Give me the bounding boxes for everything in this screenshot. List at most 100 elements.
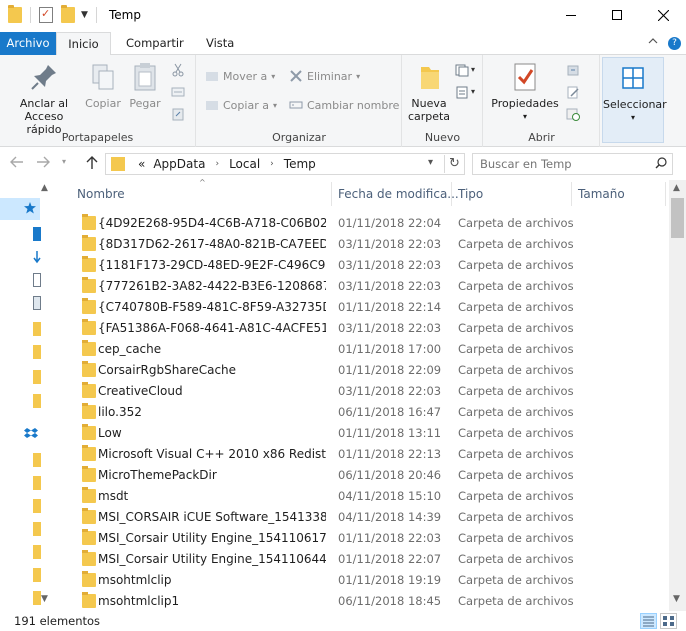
chevron-down-icon[interactable]: ▼ <box>41 594 48 604</box>
table-row[interactable]: MSI_Corsair Utility Engine_1541106171420… <box>57 528 669 549</box>
close-button[interactable] <box>640 0 686 30</box>
copy-button[interactable]: Copiar <box>84 61 122 110</box>
chevron-right-icon[interactable]: › <box>264 157 280 171</box>
large-icons-view-button[interactable] <box>660 613 677 629</box>
back-button[interactable] <box>10 156 24 172</box>
pictures-icon[interactable] <box>33 296 41 310</box>
rename-button[interactable]: Cambiar nombre <box>289 98 399 112</box>
download-icon[interactable] <box>33 250 41 264</box>
properties-icon[interactable] <box>39 7 53 23</box>
recent-locations-icon[interactable]: ▾ <box>62 157 66 166</box>
copy-path-icon[interactable] <box>171 85 185 99</box>
dropbox-icon[interactable] <box>24 427 38 439</box>
folder-icon[interactable] <box>33 370 41 384</box>
column-divider[interactable] <box>331 182 332 206</box>
documents-icon[interactable] <box>33 273 41 287</box>
column-divider[interactable] <box>571 182 572 206</box>
folder-synced-icon[interactable] <box>33 545 41 559</box>
history-icon[interactable] <box>566 107 580 121</box>
search-icon[interactable] <box>655 157 667 169</box>
table-row[interactable]: lilo.352 06/11/2018 16:47 Carpeta de archi… <box>57 402 669 423</box>
chevron-right-icon[interactable]: › <box>209 157 225 171</box>
pin-quick-access-button[interactable]: Anclar al Acceso rápido <box>6 61 82 136</box>
folder-synced-icon[interactable] <box>33 476 41 490</box>
table-row[interactable]: {1181F173-29CD-48ED-9E2F-C496C923C... 03/… <box>57 255 669 276</box>
folder-synced-icon[interactable] <box>33 522 41 536</box>
breadcrumb-temp[interactable]: Temp <box>280 157 320 171</box>
paste-shortcut-icon[interactable] <box>171 107 185 121</box>
desktop-icon[interactable] <box>33 227 41 241</box>
column-divider[interactable] <box>451 182 452 206</box>
folder-icon[interactable] <box>33 345 41 359</box>
folder-synced-icon[interactable] <box>33 591 41 605</box>
breadcrumb-appdata[interactable]: AppData <box>149 157 209 171</box>
table-row[interactable]: {C740780B-F589-481C-8F59-A32735DEFC... 01… <box>57 297 669 318</box>
column-header-type[interactable]: Tipo <box>458 180 483 208</box>
maximize-button[interactable] <box>594 0 640 30</box>
new-folder-icon[interactable] <box>61 5 75 23</box>
star-icon[interactable] <box>24 202 36 214</box>
properties-button[interactable]: Propiedades ▾ <box>490 61 560 123</box>
folder-icon[interactable] <box>33 394 41 408</box>
folder-synced-icon[interactable] <box>33 499 41 513</box>
column-header-name[interactable]: Nombre <box>77 180 125 208</box>
chevron-up-icon[interactable]: ▲ <box>673 183 680 193</box>
move-to-button[interactable]: Mover a ▾ <box>205 69 275 83</box>
folder-synced-icon[interactable] <box>33 453 41 467</box>
new-folder-button[interactable]: Nueva carpeta <box>405 61 453 123</box>
chevron-down-icon[interactable]: ▼ <box>81 10 88 20</box>
table-row[interactable]: {8D317D62-2617-48A0-821B-CA7EED0BE... 03/… <box>57 234 669 255</box>
table-row[interactable]: Low 01/11/2018 13:11 Carpeta de archivos <box>57 423 669 444</box>
column-divider[interactable] <box>665 182 666 206</box>
table-row[interactable]: MicroThemePackDir 06/11/2018 20:46 Carpeta… <box>57 465 669 486</box>
folder-synced-icon[interactable] <box>33 568 41 582</box>
forward-button[interactable] <box>36 156 50 172</box>
table-row[interactable]: cep_cache 01/11/2018 17:00 Carpeta de arch… <box>57 339 669 360</box>
tab-inicio[interactable]: Inicio <box>56 32 111 56</box>
minimize-button[interactable] <box>548 0 594 30</box>
paste-button[interactable]: Pegar <box>126 61 164 110</box>
table-row[interactable]: msohtmlclip1 06/11/2018 18:45 Carpeta de a… <box>57 591 669 612</box>
new-item-icon[interactable] <box>455 63 469 77</box>
collapse-ribbon-icon[interactable] <box>648 36 658 49</box>
tab-compartir[interactable]: Compartir <box>113 32 197 55</box>
copy-to-button[interactable]: Copiar a ▾ <box>205 98 277 112</box>
table-row[interactable]: MSI_Corsair Utility Engine_1541106446156… <box>57 549 669 570</box>
details-view-button[interactable] <box>640 613 657 629</box>
chevron-down-icon[interactable]: ▾ <box>428 157 433 168</box>
tab-archivo[interactable]: Archivo <box>0 32 56 55</box>
easy-access-icon[interactable] <box>455 85 469 99</box>
vertical-scrollbar[interactable]: ▲ ▼ <box>669 180 686 611</box>
table-row[interactable]: {FA51386A-F068-4641-A81C-4ACFE510D3... 03… <box>57 318 669 339</box>
table-row[interactable]: {4D92E268-95D4-4C6B-A718-C06B028B9... 01/… <box>57 213 669 234</box>
select-button[interactable]: Seleccionar ▾ <box>602 57 667 143</box>
table-row[interactable]: CorsairRgbShareCache 01/11/2018 22:09 Carp… <box>57 360 669 381</box>
tab-vista[interactable]: Vista <box>193 32 247 55</box>
column-header-date[interactable]: Fecha de modifica... <box>338 180 459 208</box>
edit-icon[interactable] <box>566 85 580 99</box>
cut-icon[interactable] <box>171 63 185 77</box>
folder-icon[interactable] <box>8 5 22 23</box>
open-icon[interactable] <box>566 63 580 77</box>
scrollbar-thumb[interactable] <box>671 198 684 238</box>
table-row[interactable]: msohtmlclip 01/11/2018 19:19 Carpeta de ar… <box>57 570 669 591</box>
chevron-down-icon[interactable]: ▾ <box>471 87 475 96</box>
help-icon[interactable]: ? <box>668 37 681 50</box>
table-row[interactable]: Microsoft Visual C++ 2010 x86 Redistrib.… <box>57 444 669 465</box>
search-input[interactable] <box>473 154 651 174</box>
chevron-down-icon[interactable]: ▾ <box>471 65 475 74</box>
delete-button[interactable]: Eliminar ▾ <box>289 69 360 83</box>
chevron-down-icon[interactable]: ▼ <box>673 594 680 604</box>
breadcrumb-local[interactable]: Local <box>225 157 264 171</box>
table-row[interactable]: MSI_CORSAIR iCUE Software_1541338790... 0… <box>57 507 669 528</box>
breadcrumb-overflow[interactable]: « <box>134 157 149 171</box>
table-row[interactable]: CreativeCloud 03/11/2018 22:03 Carpeta de … <box>57 381 669 402</box>
up-button[interactable] <box>86 156 98 174</box>
folder-icon[interactable] <box>33 322 41 336</box>
address-bar[interactable]: « AppData › Local › Temp ▾ ↻ <box>105 153 465 175</box>
chevron-up-icon[interactable]: ▲ <box>41 183 48 193</box>
refresh-icon[interactable]: ↻ <box>444 155 464 173</box>
table-row[interactable]: {777261B2-3A82-4422-B3E6-1208687AF181} 03… <box>57 276 669 297</box>
table-row[interactable]: msdt 04/11/2018 15:10 Carpeta de archivos <box>57 486 669 507</box>
column-header-size[interactable]: Tamaño <box>578 180 625 208</box>
